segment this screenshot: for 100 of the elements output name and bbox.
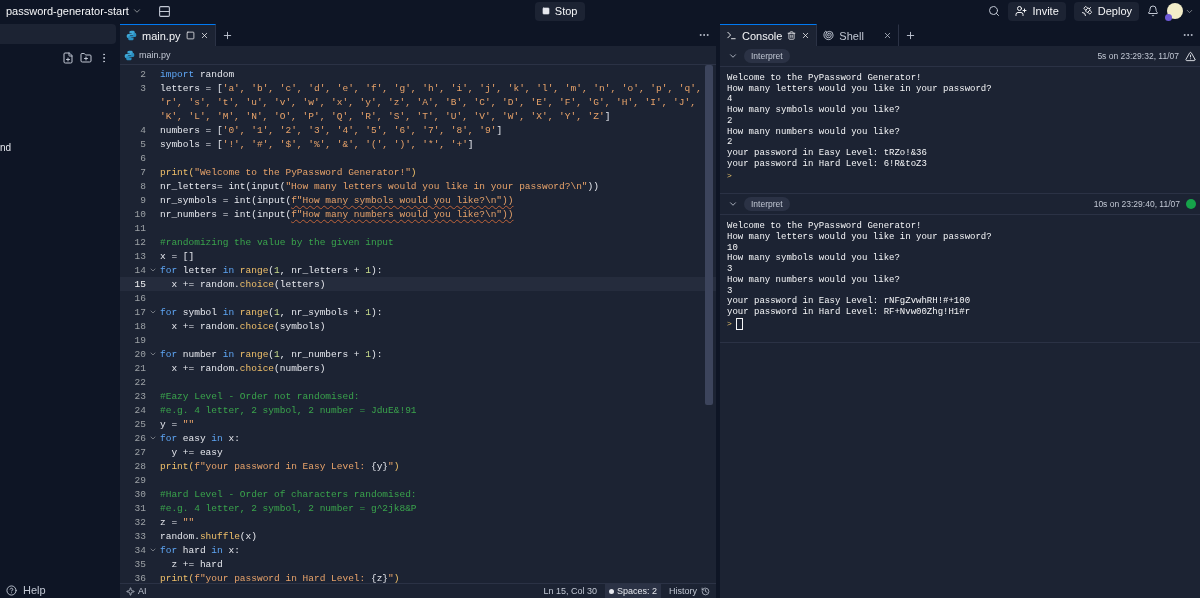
fold-icon[interactable] <box>149 546 157 554</box>
tab-label: main.py <box>142 29 181 42</box>
code-line: nr_symbols = int(input(f"How many symbols would you like?\n")) <box>160 194 514 206</box>
console-output: How many letters would you like in your password? <box>727 83 993 95</box>
line-number: 29 <box>133 474 146 486</box>
search-icon[interactable] <box>988 5 1001 17</box>
code-line: #Hard Level - Order of characters randomised: <box>160 488 417 500</box>
new-file-icon[interactable] <box>62 52 74 64</box>
code-line: random.shuffle(x) <box>160 530 257 542</box>
avatar[interactable] <box>1167 3 1183 19</box>
line-number: 27 <box>133 446 146 458</box>
line-number: 36 <box>133 572 146 583</box>
line-number: 30 <box>133 488 146 500</box>
trash-icon[interactable] <box>787 31 797 40</box>
line-number: 5 <box>139 138 146 150</box>
fold-icon[interactable] <box>149 434 157 442</box>
line-number: 2 <box>139 68 146 80</box>
line-number: 12 <box>133 236 146 248</box>
close-icon[interactable] <box>199 31 209 40</box>
close-icon[interactable] <box>882 31 892 40</box>
deploy-button[interactable]: Deploy <box>1073 1 1139 21</box>
code-line: z += hard <box>170 558 223 570</box>
line-number: 21 <box>133 362 146 374</box>
code-line: nr_letters= int(input("How many letters would you like in your password?\n")) <box>160 180 599 192</box>
fold-icon[interactable] <box>149 308 157 316</box>
preview-icon[interactable] <box>185 31 195 40</box>
console-output: your password in Easy Level: tRZo!&36 <box>727 147 928 159</box>
line-number: 14 <box>133 264 146 276</box>
help-icon <box>6 584 17 596</box>
ai-label[interactable]: AI <box>138 586 147 596</box>
code-line: symbols = ['!', '#', '$', '%', '&', '(', ')', '*', '+'] <box>160 138 474 150</box>
run-label: Interpret <box>744 197 790 212</box>
code-line: print(f"your password in Hard Level: {z}") <box>160 572 400 583</box>
shell-icon <box>823 30 835 41</box>
console-output: Welcome to the PyPassword Generator! <box>727 221 923 232</box>
console-output: 10 <box>727 242 739 254</box>
line-number: 10 <box>133 208 146 220</box>
code-line: print(f"your password in Easy Level: {y}") <box>160 460 400 472</box>
line-number: 26 <box>133 432 146 444</box>
line-number: 24 <box>133 404 146 416</box>
console-output: 3 <box>727 264 734 275</box>
code-line: 'K', 'L', 'M', 'N', 'O', 'P', 'Q', 'R', 'S', 'T', 'U', 'V', 'W', 'X', 'Y', 'Z'] <box>160 110 611 122</box>
line-number: 13 <box>133 250 146 262</box>
invite-button[interactable]: Invite <box>1008 1 1066 21</box>
code-line: x += random.choice(symbols) <box>170 320 326 332</box>
line-number: 9 <box>139 194 146 206</box>
new-folder-icon[interactable] <box>80 52 92 64</box>
code-line: x = [] <box>160 250 195 262</box>
line-number: 28 <box>133 460 146 472</box>
spaces-indicator[interactable]: Spaces: 2 <box>604 584 661 598</box>
code-line: #e.g. 4 letter, 2 symbol, 2 number = g^2jk8&P <box>160 502 417 514</box>
console-output: your password in Easy Level: rNFgZvwhRH!#+100 <box>727 296 972 307</box>
ai-icon[interactable] <box>126 586 135 596</box>
add-tab-icon[interactable] <box>904 29 916 41</box>
code-line: letters = ['a', 'b', 'c', 'd', 'e', 'f', 'g', 'h', 'i', 'j', 'k', 'l', 'm', 'n', 'o', 'p', 'q', <box>160 82 702 94</box>
prompt-icon: > <box>727 170 732 180</box>
success-dot <box>1186 199 1196 210</box>
prompt-icon: > <box>727 319 732 329</box>
chevron-down-icon[interactable] <box>728 51 738 61</box>
fold-icon[interactable] <box>149 350 157 358</box>
line-number: 4 <box>139 124 146 136</box>
line-number: 18 <box>133 320 146 332</box>
fold-icon[interactable] <box>149 266 157 274</box>
code-line: y = "" <box>160 418 195 430</box>
python-icon <box>126 30 137 41</box>
breadcrumb[interactable]: main.py <box>139 50 171 60</box>
user-plus-icon <box>1015 5 1028 17</box>
chevron-down-icon[interactable] <box>131 6 142 16</box>
history-icon <box>701 586 710 596</box>
console-output: 2 <box>727 137 734 148</box>
bell-icon[interactable] <box>1147 5 1159 17</box>
tab-label: Shell <box>839 29 864 42</box>
line-number: 11 <box>133 222 146 234</box>
code-line: x += random.choice(letters) <box>170 278 326 290</box>
history-button[interactable]: History <box>669 586 710 596</box>
code-line: numbers = ['0', '1', '2', '3', '4', '5', '6', '7', '8', '9'] <box>160 124 503 136</box>
cursor-position: Ln 15, Col 30 <box>543 586 597 596</box>
stop-button[interactable]: Stop <box>534 1 585 21</box>
sidebar-item[interactable]: nd <box>0 142 116 153</box>
help-button[interactable]: Help <box>0 584 116 598</box>
code-line: nr_numbers = int(input(f"How many numbers would you like?\n")) <box>160 208 514 220</box>
line-number: 17 <box>133 306 146 318</box>
line-number: 32 <box>133 516 146 528</box>
python-icon <box>124 49 135 61</box>
console-output: How many numbers would you like? <box>727 274 901 286</box>
layout-icon[interactable] <box>157 4 171 18</box>
terminal-icon <box>726 30 737 41</box>
project-name[interactable]: password-generator-start <box>6 5 129 17</box>
line-number: 20 <box>133 348 146 360</box>
close-icon[interactable] <box>801 31 811 40</box>
line-number: 15 <box>133 278 146 290</box>
console-tab[interactable]: Console <box>720 24 818 46</box>
scrollbar[interactable] <box>705 65 713 405</box>
file-tab[interactable]: main.py <box>120 24 216 46</box>
tab-label: Console <box>742 29 783 42</box>
add-tab-icon[interactable] <box>221 29 233 41</box>
code-line: #Eazy Level - Order not randomised: <box>160 390 360 402</box>
code-line: for hard in x: <box>160 544 240 556</box>
code-line: import random <box>160 68 235 80</box>
run-time: 10s on 23:29:40, 11/07 <box>1093 199 1180 210</box>
